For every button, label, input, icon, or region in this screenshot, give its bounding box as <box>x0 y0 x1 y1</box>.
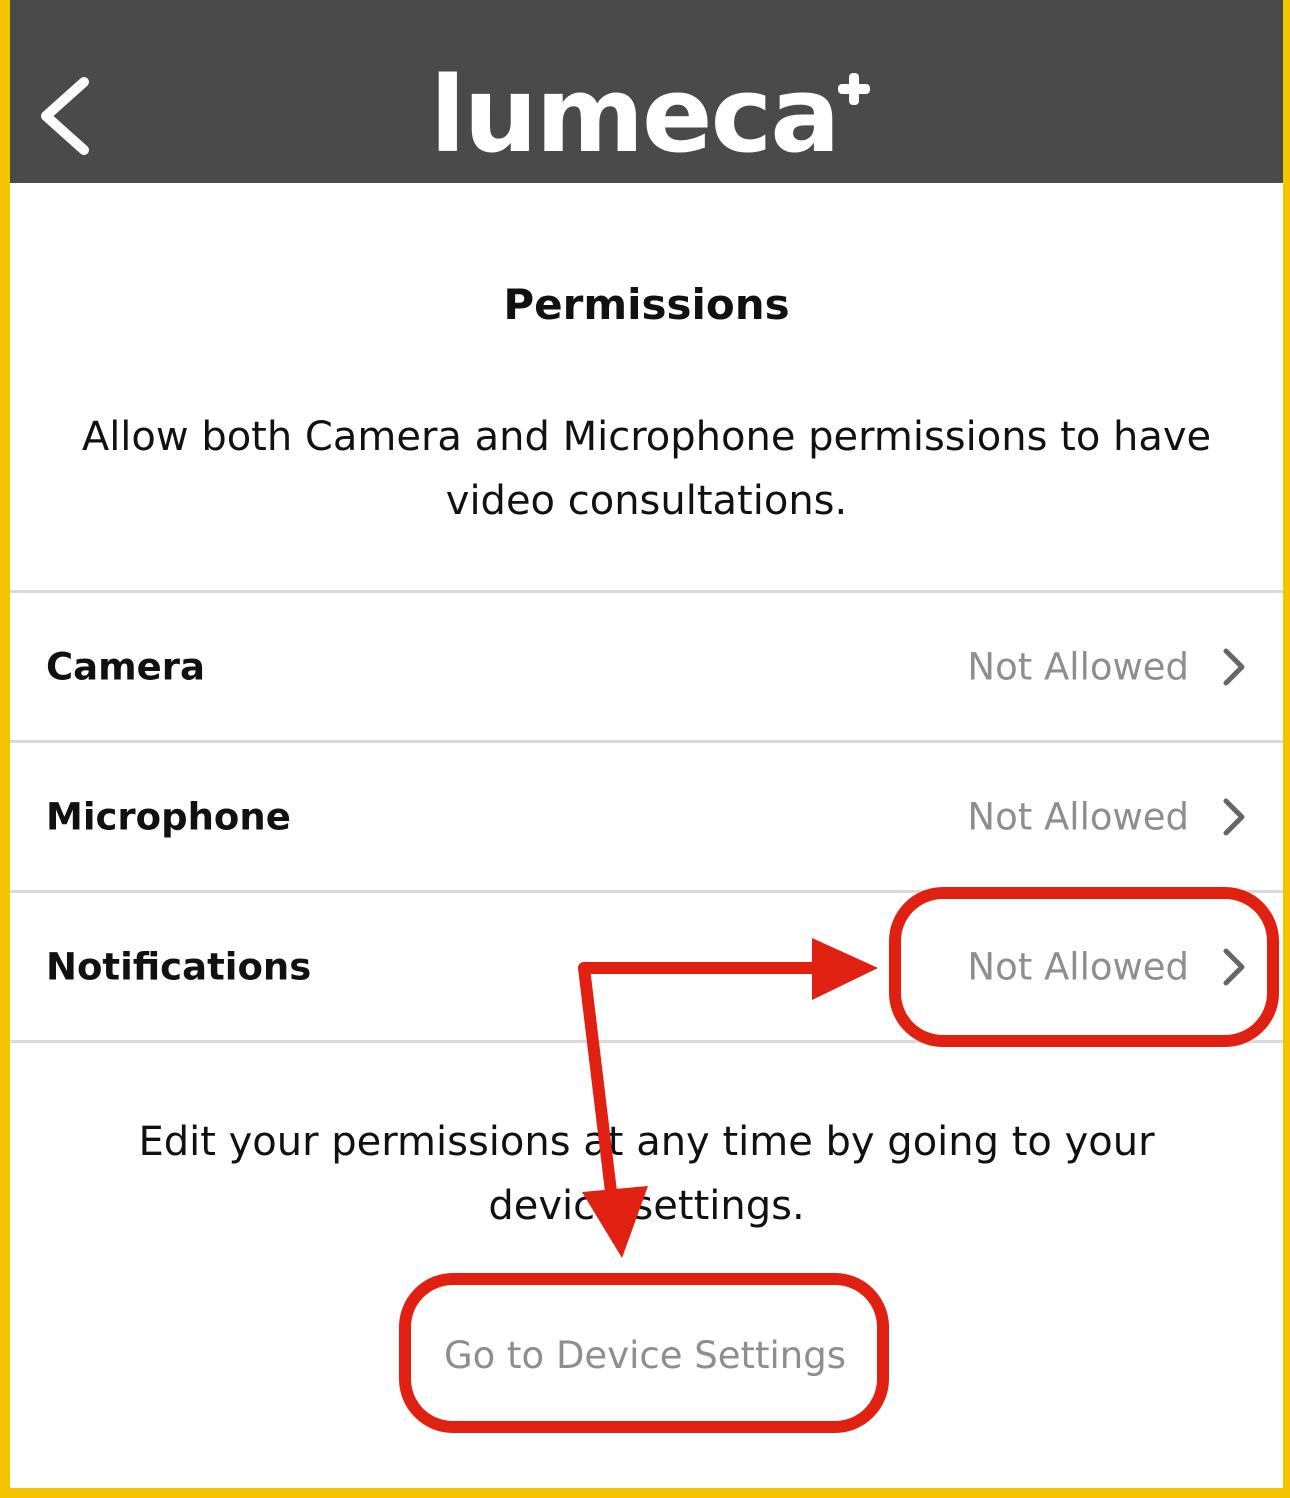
permission-label: Notifications <box>46 945 312 988</box>
permission-row-camera[interactable]: Camera Not Allowed <box>10 590 1283 740</box>
plus-icon <box>838 73 870 105</box>
chevron-right-icon <box>1223 948 1245 985</box>
permission-label: Camera <box>46 645 205 688</box>
device-settings-button[interactable]: Go to Device Settings <box>405 1320 885 1392</box>
permission-row-microphone[interactable]: Microphone Not Allowed <box>10 740 1283 890</box>
app-screen: lumeca Permissions Allow both Camera and… <box>10 0 1283 1488</box>
lumeca-logo: lumeca <box>420 55 880 175</box>
footer-note: Edit your permissions at any time by goi… <box>138 1119 1155 1229</box>
intro-text: Allow both Camera and Microphone permiss… <box>81 414 1212 524</box>
back-button[interactable] <box>32 70 102 160</box>
permission-status: Not Allowed <box>967 645 1189 688</box>
chevron-right-icon <box>1223 798 1245 835</box>
permission-label: Microphone <box>46 795 291 838</box>
permission-status: Not Allowed <box>967 945 1189 988</box>
logo-text: lumeca <box>430 54 840 176</box>
app-header: lumeca <box>10 0 1283 183</box>
permission-row-notifications[interactable]: Notifications Not Allowed <box>10 890 1283 1043</box>
chevron-left-icon <box>41 77 89 155</box>
page-title: Permissions <box>503 280 790 329</box>
chevron-right-icon <box>1223 648 1245 685</box>
permission-status: Not Allowed <box>967 795 1189 838</box>
